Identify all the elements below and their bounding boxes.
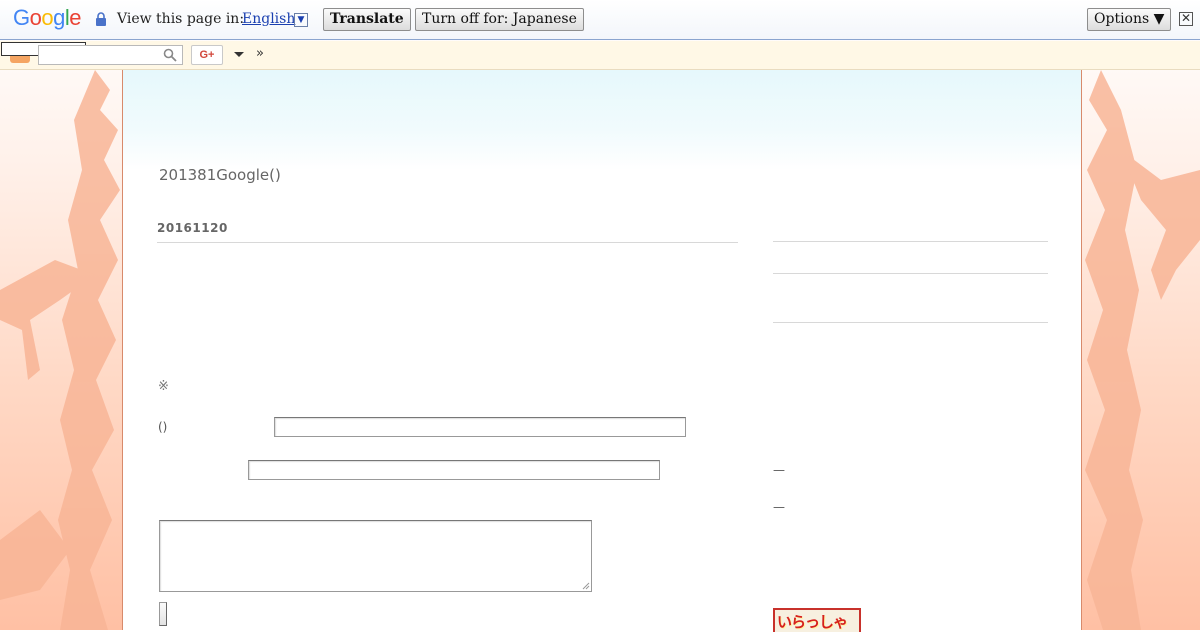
sidebar-dash: — — [773, 463, 785, 477]
close-icon[interactable]: ✕ — [1179, 12, 1193, 26]
sidebar-divider — [773, 322, 1048, 323]
blog-search-input[interactable] — [38, 45, 183, 65]
badge-text: いらっしゃいませ — [777, 614, 848, 631]
comment-textarea[interactable] — [159, 520, 592, 592]
google-translate-bar: Google View this page in: English ▼ Tran… — [0, 0, 1200, 40]
blog-description: 201381Google() — [159, 166, 281, 184]
note-mark: ※ — [158, 379, 169, 394]
sidebar-divider — [773, 241, 1048, 242]
dropdown-arrow-icon[interactable]: ▼ — [294, 13, 308, 27]
resize-grip-icon[interactable] — [582, 582, 590, 590]
sidebar-dash: — — [773, 500, 785, 514]
options-button[interactable]: Options ▼ — [1087, 8, 1172, 31]
target-language-link[interactable]: English — [242, 11, 295, 27]
post-date-header: 20161120 — [157, 221, 738, 243]
blog-content-column: 201381Google() 20161120 ※ () — — いらっしゃいま… — [122, 70, 1082, 632]
google-logo: Google — [13, 5, 82, 30]
turn-off-translation-button[interactable]: Turn off for: Japanese — [415, 8, 584, 31]
name-field[interactable] — [274, 417, 686, 437]
lock-icon — [96, 12, 106, 26]
hummingbird-tree-right — [1085, 70, 1200, 630]
more-link[interactable]: » — [256, 46, 264, 61]
blogger-navbar: G+ » — [0, 41, 1200, 70]
tree-silhouette-left — [0, 70, 120, 630]
name-label: () — [158, 420, 168, 434]
translate-button[interactable]: Translate — [323, 8, 411, 31]
email-field[interactable] — [248, 460, 660, 480]
translate-prompt: View this page in: — [117, 11, 245, 27]
submit-button[interactable] — [159, 602, 167, 626]
search-icon[interactable] — [163, 48, 177, 62]
google-plus-icon[interactable]: G+ — [191, 45, 223, 65]
sidebar-badge-image[interactable]: いらっしゃいませ — [773, 608, 861, 632]
sidebar-divider — [773, 273, 1048, 274]
more-dropdown-icon[interactable] — [234, 52, 244, 57]
